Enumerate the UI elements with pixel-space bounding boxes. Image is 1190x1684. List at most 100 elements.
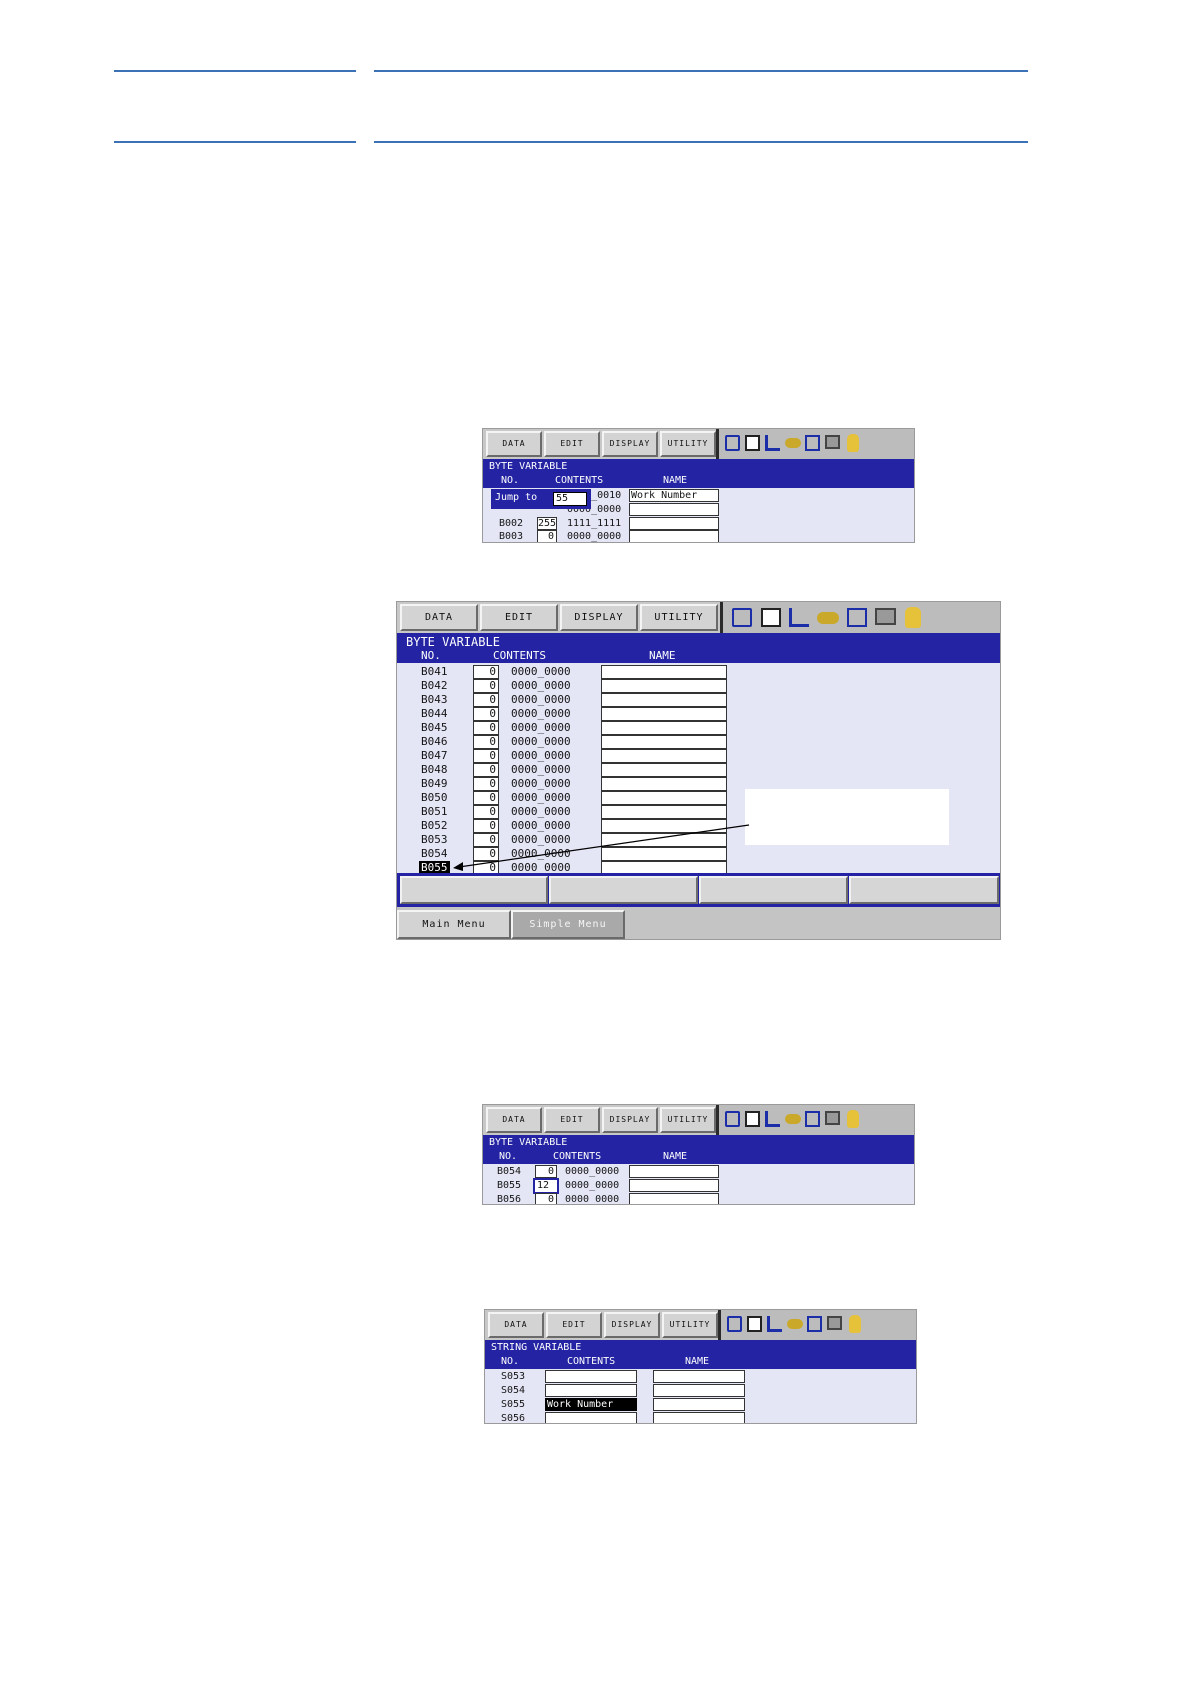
variable-name-text: Work Number — [631, 490, 698, 501]
variable-name-field[interactable]: Work Number — [629, 489, 719, 502]
screen-title: BYTE VARIABLE — [406, 635, 500, 649]
string-contents-field[interactable] — [545, 1412, 637, 1423]
variable-name-field[interactable] — [629, 1179, 719, 1192]
column-header-no: NO. — [501, 475, 520, 486]
row-binary: 1111_1111 — [567, 518, 622, 529]
menu-edit-button[interactable]: EDIT — [480, 604, 558, 631]
screen-title-bar: BYTE VARIABLE NO. CONTENTS NAME — [483, 1135, 914, 1164]
row-binary: 0000_0000 — [565, 1166, 620, 1177]
step-icon — [727, 1316, 742, 1332]
screen-icon — [825, 1111, 840, 1125]
callout-arrow — [453, 824, 750, 871]
variable-name-field[interactable] — [629, 530, 719, 542]
row-value-field[interactable]: 255 — [537, 517, 557, 530]
signal-icon — [765, 1111, 780, 1127]
menu-data-button[interactable]: DATA — [400, 604, 478, 631]
lower-button-bar — [397, 873, 1000, 907]
variable-name-field[interactable] — [653, 1412, 745, 1423]
menu-bar: DATA EDIT DISPLAY UTILITY — [483, 429, 914, 460]
step-icon — [732, 608, 752, 627]
camera-icon — [847, 608, 867, 627]
string-contents-field[interactable] — [545, 1384, 637, 1397]
screen-title-bar: BYTE VARIABLE NO. CONTENTS NAME — [397, 633, 1000, 663]
column-header-name: NAME — [663, 475, 688, 486]
jump-to-value: 55 — [556, 493, 569, 504]
row-value-field[interactable]: 0 — [535, 1165, 557, 1178]
jump-to-dialog: Jump to 55 — [491, 489, 591, 509]
menu-bar: DATA EDIT DISPLAY UTILITY — [483, 1105, 914, 1136]
edit-lock-icon — [761, 608, 781, 627]
column-header-no: NO. — [501, 1356, 520, 1367]
screen-string-variable: DATA EDIT DISPLAY UTILITY STRING VARIABL… — [484, 1309, 917, 1424]
row-binary: 0000_0000 — [567, 531, 622, 542]
table-row[interactable]: S053 — [485, 1370, 916, 1384]
menu-display-button[interactable]: DISPLAY — [602, 1107, 658, 1133]
function-key-2[interactable] — [549, 876, 698, 904]
main-menu-button[interactable]: Main Menu — [397, 910, 511, 939]
edit-lock-icon — [745, 435, 760, 451]
header-rule-right-top — [374, 70, 1028, 72]
screen-icon — [827, 1316, 842, 1330]
menu-edit-button[interactable]: EDIT — [544, 1107, 600, 1133]
variable-name-field[interactable] — [629, 1193, 719, 1204]
column-header-no: NO. — [499, 1151, 518, 1162]
screen-title-bar: BYTE VARIABLE NO. CONTENTS NAME — [483, 459, 914, 488]
hand-icon — [847, 1110, 859, 1128]
variable-name-field[interactable] — [653, 1370, 745, 1383]
row-number: B054 — [497, 1166, 522, 1177]
string-contents-text: Work Number — [547, 1399, 614, 1410]
simple-menu-button[interactable]: Simple Menu — [511, 910, 625, 939]
menu-data-button[interactable]: DATA — [488, 1312, 544, 1338]
variable-name-field[interactable] — [629, 503, 719, 516]
table-row[interactable]: S055 Work Number — [485, 1398, 916, 1412]
menu-edit-button[interactable]: EDIT — [546, 1312, 602, 1338]
row-number: B055 — [497, 1180, 522, 1191]
hand-icon — [905, 607, 921, 628]
menu-data-button[interactable]: DATA — [486, 1107, 542, 1133]
row-number: S054 — [501, 1385, 526, 1396]
camera-icon — [805, 1111, 820, 1127]
menu-utility-button[interactable]: UTILITY — [660, 1107, 716, 1133]
hand-icon — [849, 1315, 861, 1333]
menu-display-button[interactable]: DISPLAY — [604, 1312, 660, 1338]
signal-icon — [789, 608, 809, 627]
step-icon — [725, 435, 740, 451]
menu-utility-button[interactable]: UTILITY — [640, 604, 718, 631]
table-row[interactable]: S054 — [485, 1384, 916, 1398]
string-contents-field[interactable]: Work Number — [545, 1398, 637, 1411]
status-icon-bar — [716, 1105, 914, 1135]
menu-bar: DATA EDIT DISPLAY UTILITY — [397, 602, 1000, 634]
screen-icon — [825, 435, 840, 449]
row-value-field[interactable]: 0 — [535, 1193, 557, 1204]
jump-to-input[interactable]: 55 — [553, 492, 587, 506]
screen-title: STRING VARIABLE — [491, 1342, 582, 1353]
screen-title: BYTE VARIABLE — [489, 461, 568, 472]
row-value-field[interactable]: 0 — [537, 530, 557, 542]
signal-icon — [765, 435, 780, 451]
variable-list-area: B041 0 0000_0000 B042 0 0000_0000 B043 0 0000_00… — [397, 663, 1000, 875]
screen-byte-variable-jump: DATA EDIT DISPLAY UTILITY BYTE VARIABLE … — [482, 428, 915, 543]
function-key-4[interactable] — [849, 876, 999, 904]
string-contents-field[interactable] — [545, 1370, 637, 1383]
table-row[interactable]: S056 — [485, 1412, 916, 1423]
variable-name-field[interactable] — [629, 517, 719, 530]
menu-utility-button[interactable]: UTILITY — [660, 431, 716, 457]
screen-byte-variable-edit: DATA EDIT DISPLAY UTILITY BYTE VARIABLE … — [482, 1104, 915, 1205]
variable-name-field[interactable] — [653, 1384, 745, 1397]
jump-to-label: Jump to — [495, 492, 538, 503]
variable-name-field[interactable] — [653, 1398, 745, 1411]
menu-data-button[interactable]: DATA — [486, 431, 542, 457]
function-key-3[interactable] — [699, 876, 848, 904]
menu-utility-button[interactable]: UTILITY — [662, 1312, 718, 1338]
menu-display-button[interactable]: DISPLAY — [560, 604, 638, 631]
screen-title-bar: STRING VARIABLE NO. CONTENTS NAME — [485, 1340, 916, 1369]
edit-lock-icon — [745, 1111, 760, 1127]
column-header-name: NAME — [649, 649, 676, 662]
row-value-input-active[interactable]: 12 — [533, 1178, 559, 1194]
key-icon — [787, 1319, 803, 1329]
menu-display-button[interactable]: DISPLAY — [602, 431, 658, 457]
function-key-1[interactable] — [400, 876, 548, 904]
variable-name-field[interactable] — [629, 1165, 719, 1178]
key-icon — [785, 1114, 801, 1124]
menu-edit-button[interactable]: EDIT — [544, 431, 600, 457]
